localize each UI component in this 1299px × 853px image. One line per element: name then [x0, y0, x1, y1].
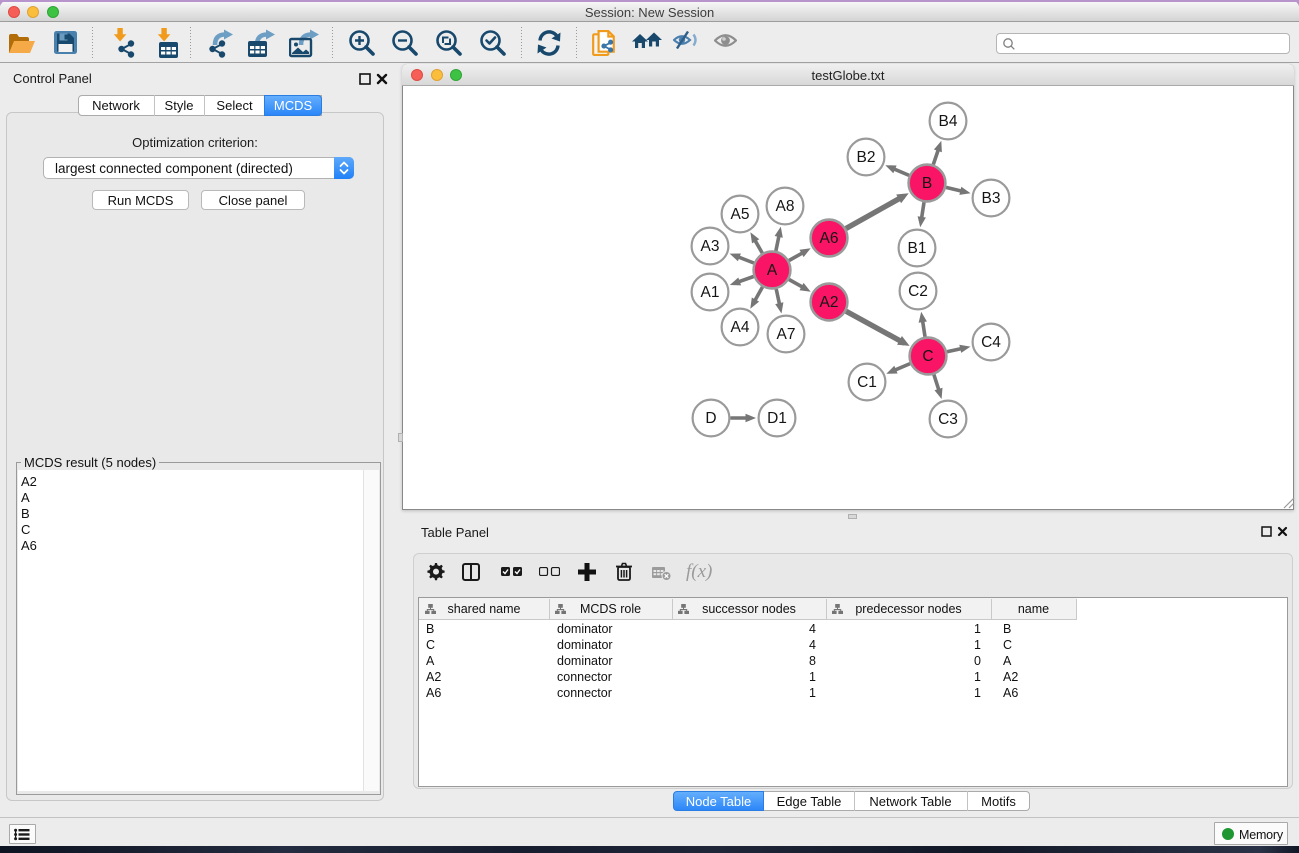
svg-text:A2: A2: [820, 294, 839, 311]
svg-text:D1: D1: [767, 410, 787, 427]
svg-text:D: D: [705, 410, 716, 427]
svg-text:B2: B2: [857, 149, 876, 166]
svg-text:A1: A1: [701, 284, 720, 301]
svg-text:C1: C1: [857, 374, 877, 391]
svg-text:A4: A4: [731, 319, 750, 336]
svg-text:A6: A6: [820, 230, 839, 247]
svg-text:B: B: [922, 175, 932, 192]
svg-text:C3: C3: [938, 411, 958, 428]
svg-text:B3: B3: [982, 190, 1001, 207]
svg-text:A8: A8: [776, 198, 795, 215]
svg-text:C2: C2: [908, 283, 928, 300]
svg-text:B4: B4: [939, 113, 958, 130]
svg-text:A: A: [767, 262, 778, 279]
svg-text:A3: A3: [701, 238, 720, 255]
svg-text:A7: A7: [777, 326, 796, 343]
svg-text:C4: C4: [981, 334, 1001, 351]
svg-text:A5: A5: [731, 206, 750, 223]
svg-text:B1: B1: [908, 240, 927, 257]
svg-text:C: C: [922, 348, 933, 365]
